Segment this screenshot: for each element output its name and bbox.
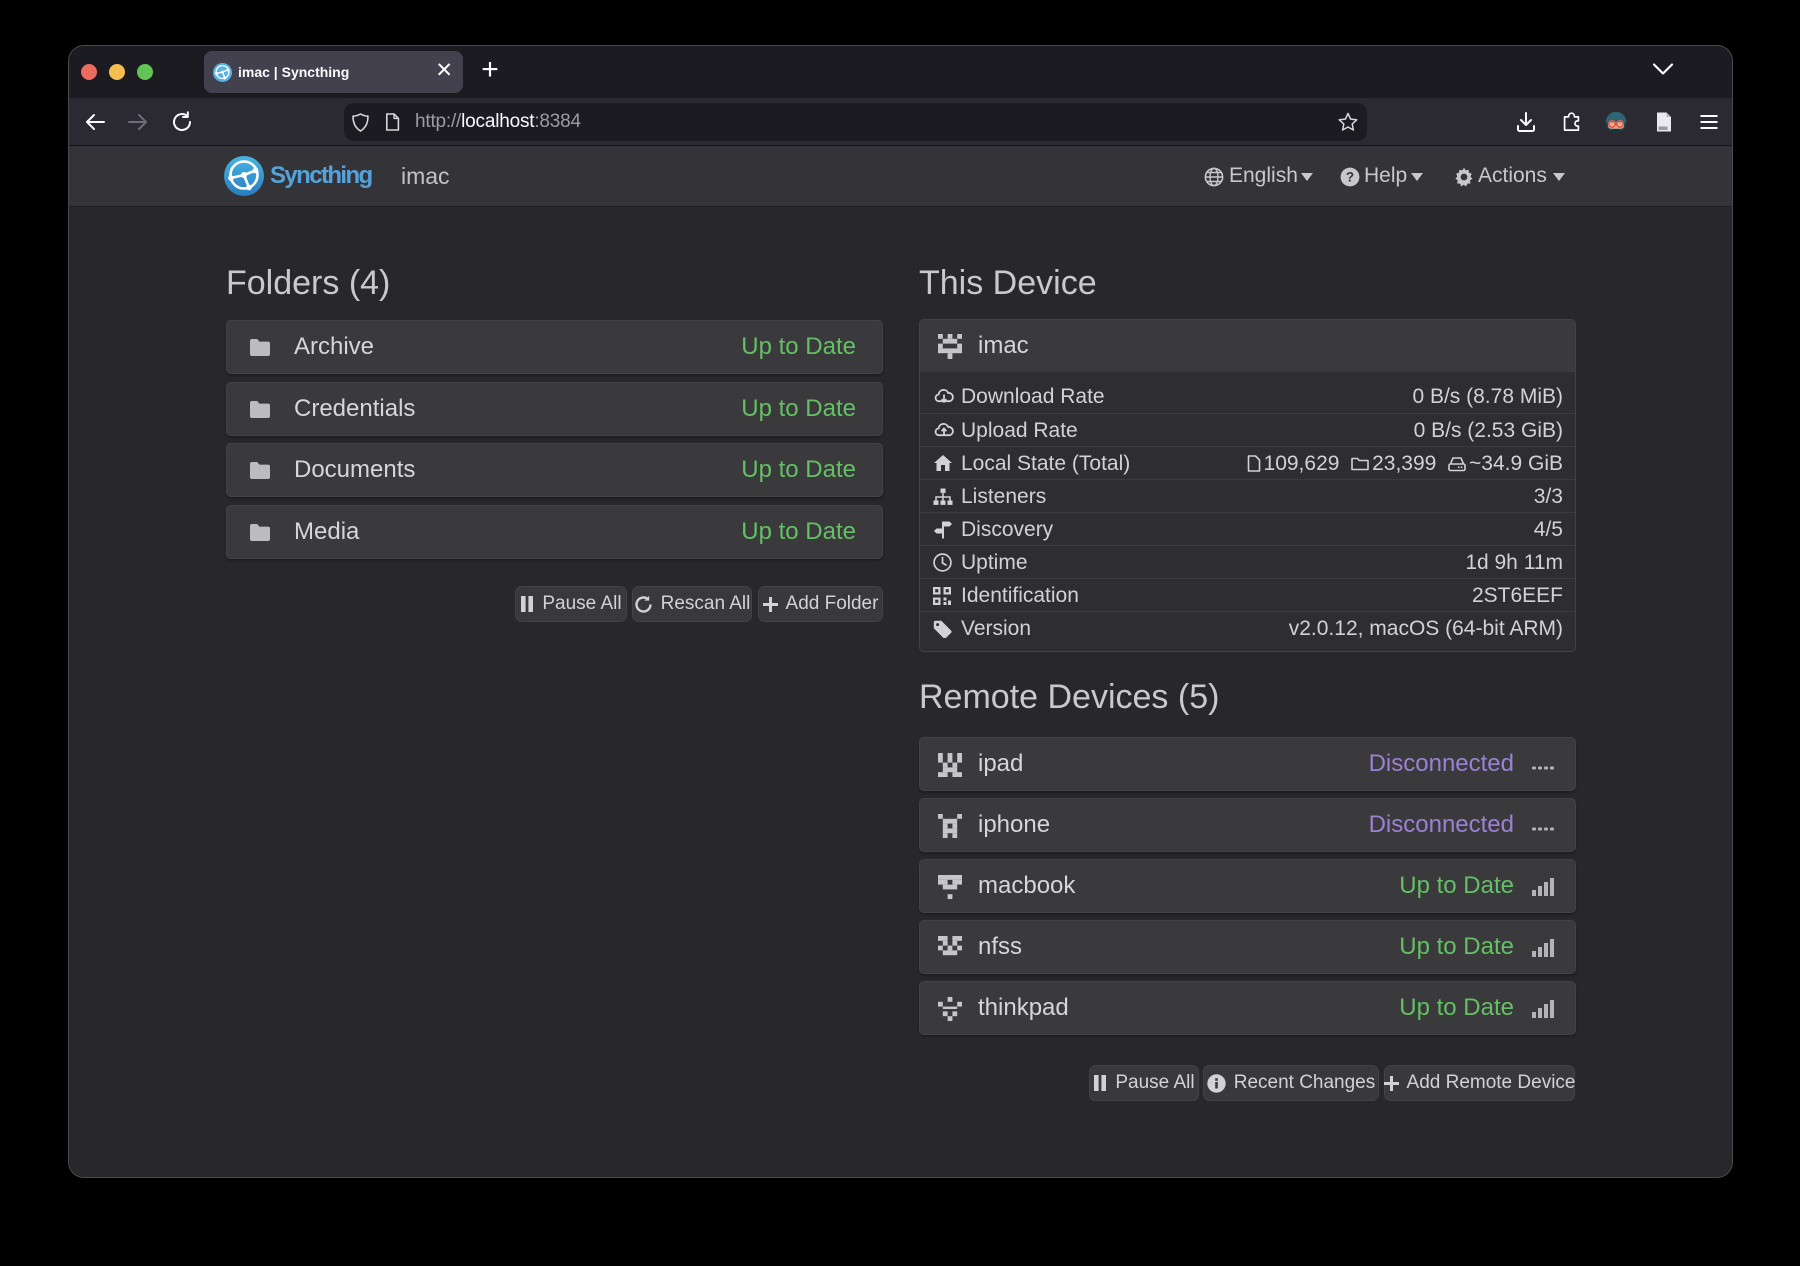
svg-text:?: ? bbox=[1346, 170, 1354, 185]
